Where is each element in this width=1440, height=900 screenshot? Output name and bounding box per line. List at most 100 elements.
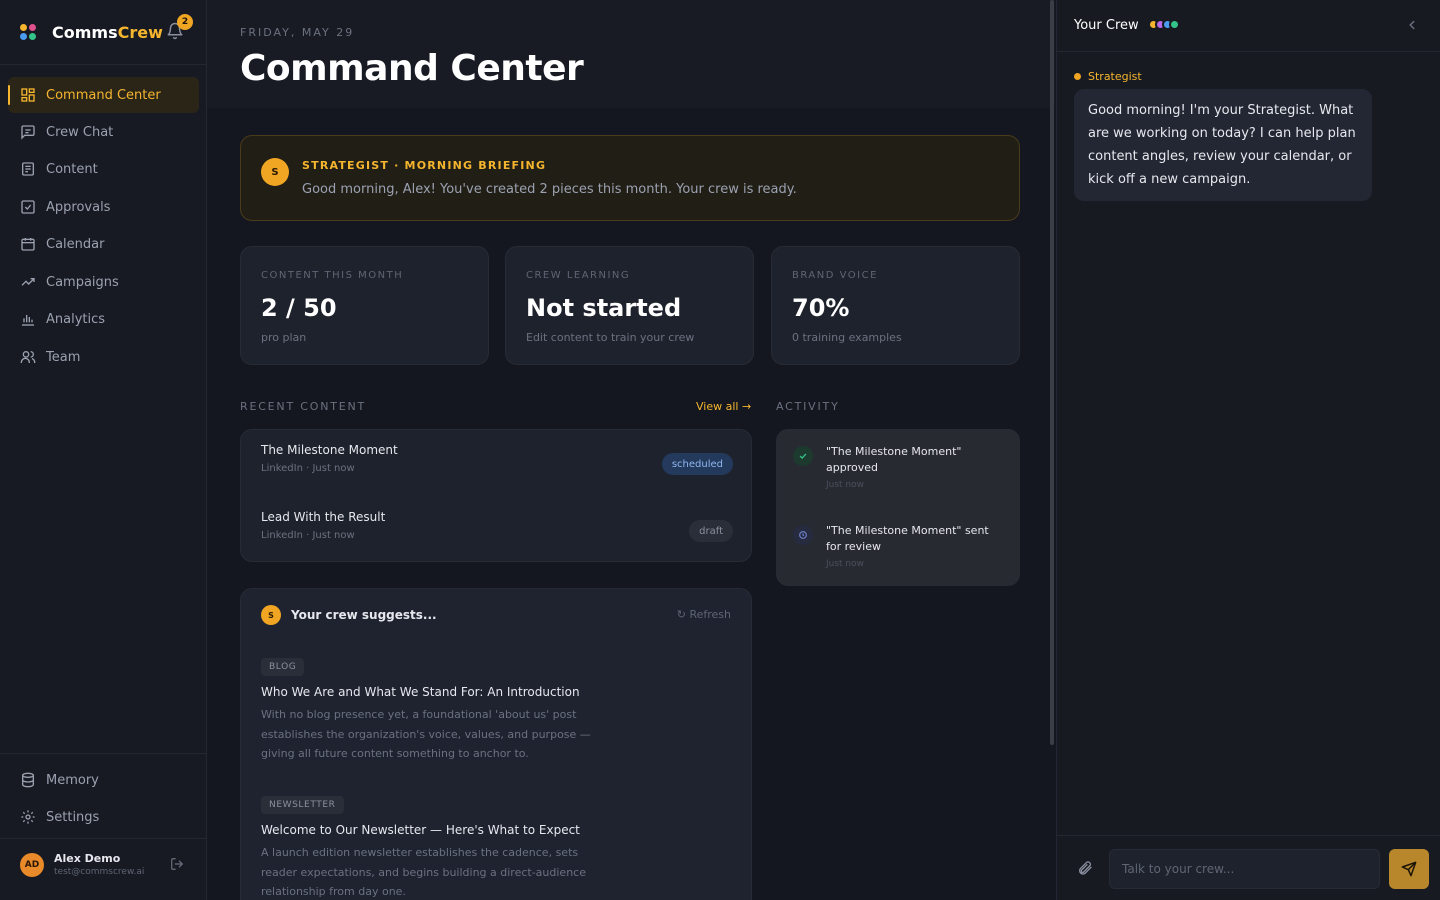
status-badge: draft xyxy=(689,520,733,542)
content-type-tag: NEWSLETTER xyxy=(261,796,344,814)
strategist-avatar: S xyxy=(261,605,281,625)
users-icon xyxy=(20,351,36,363)
panel-header: Your Crew xyxy=(1057,0,1440,52)
activity-time: Just now xyxy=(826,480,865,490)
sidebar-item-label: Command Center xyxy=(46,87,161,103)
suggestions-title: Your crew suggests... xyxy=(291,608,437,622)
status-badge: scheduled xyxy=(661,453,733,475)
user-profile[interactable]: AD Alex Demo test@commscrew.ai xyxy=(20,852,144,877)
chat-composer xyxy=(1057,835,1440,900)
suggestions-card: S Your crew suggests... ↻ Refresh BLOG W… xyxy=(240,588,752,900)
content-title: Lead With the Result xyxy=(261,510,386,524)
sidebar-item-label: Team xyxy=(46,349,81,365)
avatar: AD xyxy=(20,852,44,877)
sidebar: CommsCrew 2 Command Center Crew Chat Con… xyxy=(0,0,207,900)
sidebar-item-label: Content xyxy=(46,161,98,177)
document-icon xyxy=(22,162,34,176)
checkbox-icon xyxy=(21,200,35,214)
sidebar-item-calendar[interactable]: Calendar xyxy=(8,226,199,262)
chat-input[interactable] xyxy=(1109,849,1380,889)
sidebar-item-team[interactable]: Team xyxy=(8,339,199,375)
database-icon xyxy=(22,772,34,788)
list-item[interactable]: Lead With the Result LinkedIn · Just now… xyxy=(261,510,733,550)
stat-value: 70% xyxy=(792,294,850,322)
view-all-link[interactable]: View all → xyxy=(696,400,751,413)
suggestion-title[interactable]: Welcome to Our Newsletter — Here's What … xyxy=(261,823,580,837)
sidebar-item-crew-chat[interactable]: Crew Chat xyxy=(8,114,199,150)
message-speaker: Strategist xyxy=(1074,70,1142,83)
notification-badge: 2 xyxy=(177,14,193,30)
stat-label: CREW LEARNING xyxy=(526,270,631,281)
morning-briefing-card: S STRATEGIST · MORNING BRIEFING Good mor… xyxy=(240,135,1020,221)
chat-message: Good morning! I'm your Strategist. What … xyxy=(1074,89,1372,201)
gear-icon xyxy=(21,810,35,824)
sidebar-item-settings[interactable]: Settings xyxy=(8,799,199,835)
activity-text: "The Milestone Moment" approved xyxy=(826,445,962,474)
activity-item: "The Milestone Moment" approved Just now xyxy=(793,444,1005,490)
crew-panel: Your Crew Strategist Good morning! I'm y… xyxy=(1056,0,1440,900)
content-title: The Milestone Moment xyxy=(261,443,398,457)
content-type-tag: BLOG xyxy=(261,658,305,676)
stat-card-crew-learning: CREW LEARNING Not started Edit content t… xyxy=(505,246,754,365)
panel-title: Your Crew xyxy=(1074,18,1139,33)
divider xyxy=(0,838,207,839)
content-meta: LinkedIn · Just now xyxy=(261,530,355,541)
recent-content-card: The Milestone Moment LinkedIn · Just now… xyxy=(240,429,752,562)
activity-item: "The Milestone Moment" sent for review J… xyxy=(793,523,1005,569)
suggestions-header: S Your crew suggests... xyxy=(261,605,437,625)
refresh-button[interactable]: ↻ Refresh xyxy=(677,608,731,621)
sidebar-item-label: Calendar xyxy=(46,236,105,252)
stat-value: Not started xyxy=(526,294,682,322)
brand-name: CommsCrew xyxy=(52,22,163,42)
stat-sub: 0 training examples xyxy=(792,331,902,344)
refresh-label: Refresh xyxy=(689,608,731,621)
sidebar-item-label: Campaigns xyxy=(46,274,119,290)
crew-avatars xyxy=(1148,19,1180,30)
sidebar-item-approvals[interactable]: Approvals xyxy=(8,189,199,225)
suggestion-description: With no blog presence yet, a foundationa… xyxy=(261,708,591,760)
check-icon xyxy=(793,446,813,466)
sidebar-item-label: Settings xyxy=(46,809,100,825)
activity-label: ACTIVITY xyxy=(776,400,840,413)
recent-content-label: RECENT CONTENT xyxy=(240,400,367,413)
speaker-name: Strategist xyxy=(1088,70,1142,83)
activity-time: Just now xyxy=(826,559,865,569)
sidebar-item-content[interactable]: Content xyxy=(8,151,199,187)
bar-chart-icon xyxy=(22,315,34,326)
user-email: test@commscrew.ai xyxy=(54,867,145,877)
sidebar-item-memory[interactable]: Memory xyxy=(8,762,199,798)
sidebar-item-command-center[interactable]: Command Center xyxy=(8,77,199,113)
paperclip-icon[interactable] xyxy=(1077,860,1093,876)
suggestion-title[interactable]: Who We Are and What We Stand For: An Int… xyxy=(261,685,580,699)
sidebar-item-campaigns[interactable]: Campaigns xyxy=(8,264,199,300)
scrollbar[interactable] xyxy=(1050,0,1054,745)
calendar-icon xyxy=(21,238,35,251)
sidebar-item-label: Analytics xyxy=(46,311,106,327)
sidebar-item-analytics[interactable]: Analytics xyxy=(8,301,199,337)
dashboard-icon xyxy=(21,88,35,102)
list-item[interactable]: The Milestone Moment LinkedIn · Just now… xyxy=(261,443,733,483)
page-title: Command Center xyxy=(240,48,584,89)
divider xyxy=(0,64,207,65)
sidebar-item-label: Memory xyxy=(46,772,99,788)
send-button[interactable] xyxy=(1389,849,1429,889)
brand[interactable]: CommsCrew xyxy=(20,20,163,44)
activity-text: "The Milestone Moment" sent for review xyxy=(826,524,989,553)
briefing-label: STRATEGIST · MORNING BRIEFING xyxy=(302,159,547,172)
stat-sub: Edit content to train your crew xyxy=(526,331,695,344)
stat-sub: pro plan xyxy=(261,331,307,344)
logout-icon[interactable] xyxy=(170,857,184,871)
send-icon xyxy=(1401,861,1417,877)
page-header: FRIDAY, MAY 29 Command Center xyxy=(207,0,1055,108)
strategist-avatar: S xyxy=(261,158,289,186)
stat-label: BRAND VOICE xyxy=(792,270,878,281)
chat-icon xyxy=(21,125,35,140)
stat-card-content: CONTENT THIS MONTH 2 / 50 pro plan xyxy=(240,246,489,365)
date-label: FRIDAY, MAY 29 xyxy=(240,26,355,39)
clock-icon xyxy=(793,525,813,545)
sidebar-item-label: Crew Chat xyxy=(46,124,114,140)
briefing-text: Good morning, Alex! You've created 2 pie… xyxy=(302,182,797,197)
chevron-left-icon[interactable] xyxy=(1405,18,1419,32)
main-content: FRIDAY, MAY 29 Command Center S STRATEGI… xyxy=(207,0,1055,900)
suggestion-description: A launch edition newsletter establishes … xyxy=(261,846,586,898)
